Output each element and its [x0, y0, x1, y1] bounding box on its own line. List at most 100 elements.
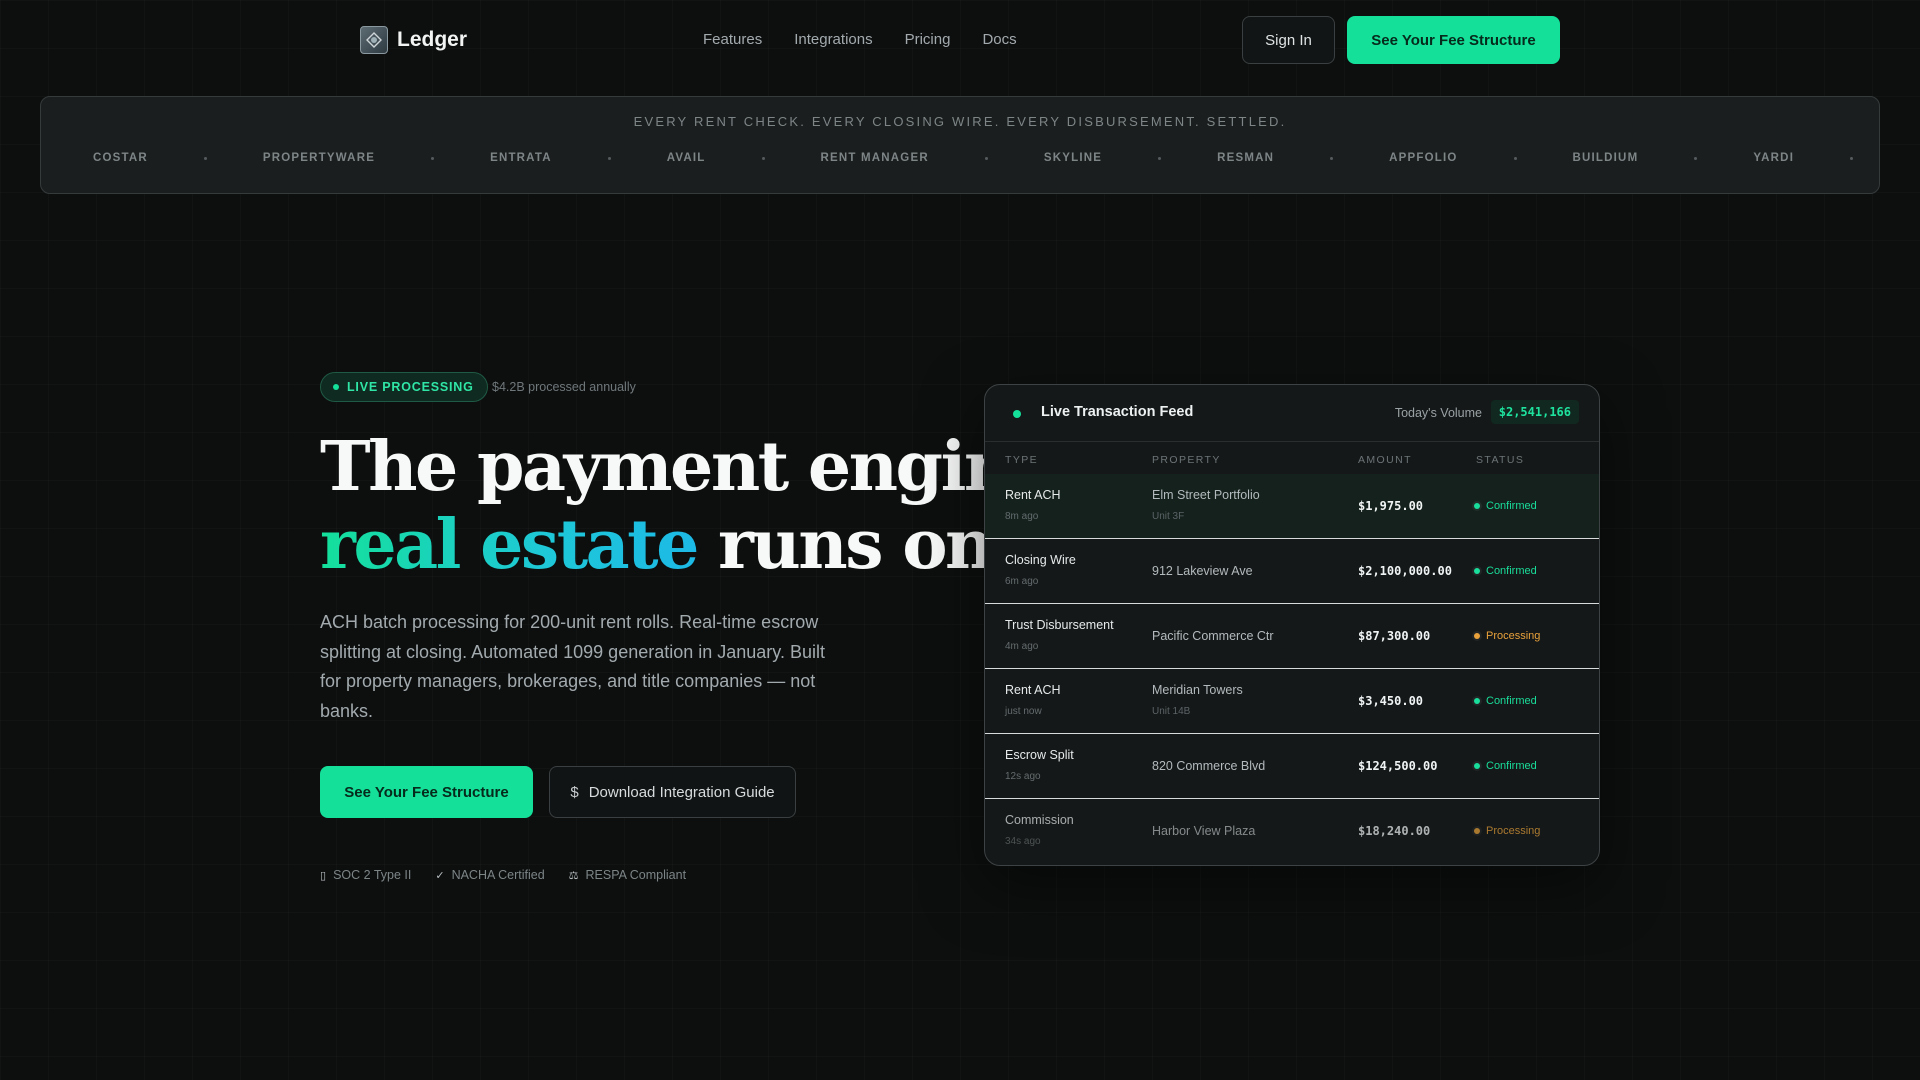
download-guide-button[interactable]: $ Download Integration Guide: [549, 766, 796, 818]
tx-time: just now: [1005, 706, 1042, 717]
top-nav: Ledger Features Integrations Pricing Doc…: [0, 0, 1920, 80]
ticker-separator: [1330, 156, 1334, 160]
shield-icon: ▯: [320, 869, 327, 882]
feed-table-header: TYPE PROPERTY AMOUNT STATUS: [985, 442, 1599, 474]
tx-type: Commission: [1005, 813, 1074, 827]
col-amount: AMOUNT: [1358, 454, 1412, 466]
ticker-item: AVAIL: [666, 152, 706, 164]
ticker-separator: [1513, 156, 1517, 160]
check-icon: ✓: [435, 869, 445, 882]
col-property: PROPERTY: [1152, 454, 1221, 466]
nav-links: Features Integrations Pricing Docs: [703, 31, 1017, 48]
tx-amount: $2,100,000.00: [1358, 564, 1452, 578]
nav-link-features[interactable]: Features: [703, 31, 762, 48]
download-guide-label: Download Integration Guide: [588, 783, 775, 801]
tx-property: Harbor View Plaza: [1152, 824, 1256, 838]
ticker-tagline: EVERY RENT CHECK. EVERY CLOSING WIRE. EV…: [633, 114, 1287, 129]
ledger-logo-icon: [360, 26, 388, 54]
ticker-item: RENT MANAGER: [820, 152, 929, 164]
cert-label: NACHA Certified: [451, 868, 545, 882]
ticker-item: PROPERTYWARE: [262, 152, 376, 164]
tx-time: 6m ago: [1005, 576, 1039, 587]
headline-line-1: The payment engine: [320, 427, 1054, 507]
scale-icon: ⚖: [568, 869, 579, 882]
transaction-feed-card: Live Transaction Feed Today's Volume $2,…: [984, 384, 1600, 866]
tx-type: Trust Disbursement: [1005, 618, 1114, 632]
col-type: TYPE: [1005, 454, 1039, 466]
tx-amount: $18,240.00: [1358, 824, 1431, 838]
tx-unit: Unit 14B: [1152, 706, 1191, 717]
badge-label: LIVE PROCESSING: [347, 380, 474, 394]
table-row[interactable]: Trust Disbursement 4m ago Pacific Commer…: [985, 604, 1599, 669]
status-badge: Confirmed: [1474, 695, 1537, 707]
ticker-separator: [984, 156, 988, 160]
tx-unit: Unit 3F: [1152, 511, 1185, 522]
ticker-row: COSTAR PROPERTYWARE ENTRATA AVAIL RENT M…: [93, 152, 1879, 164]
ticker-item: APPFOLIO: [1389, 152, 1458, 164]
ticker-separator: [203, 156, 207, 160]
tx-type: Escrow Split: [1005, 748, 1074, 762]
status-label: Confirmed: [1486, 500, 1537, 512]
status-label: Confirmed: [1486, 565, 1537, 577]
certifications: ▯ SOC 2 Type II ✓ NACHA Certified ⚖ RESP…: [320, 868, 686, 882]
table-row[interactable]: Commission 34s ago Harbor View Plaza $18…: [985, 799, 1599, 864]
volume-value: $2,541,166: [1490, 400, 1579, 424]
nav-link-integrations[interactable]: Integrations: [794, 31, 872, 48]
table-row[interactable]: Escrow Split 12s ago 820 Commerce Blvd $…: [985, 734, 1599, 799]
ticker-separator: [431, 156, 435, 160]
brand-logo[interactable]: Ledger: [360, 26, 467, 54]
table-row[interactable]: Rent ACH 8m ago Elm Street Portfolio Uni…: [985, 474, 1599, 539]
nav-link-pricing[interactable]: Pricing: [905, 31, 951, 48]
status-dot-icon: [1474, 698, 1480, 704]
ticker-separator: [1694, 156, 1698, 160]
ticker-separator: [761, 156, 765, 160]
tx-type: Rent ACH: [1005, 488, 1061, 502]
status-badge: Processing: [1474, 630, 1540, 642]
live-dot-icon: [333, 384, 339, 390]
sign-in-button[interactable]: Sign In: [1242, 16, 1335, 64]
cert-label: SOC 2 Type II: [333, 868, 412, 882]
headline-accent: real estate: [320, 505, 699, 585]
volume-label: Today's Volume: [1394, 406, 1482, 420]
tx-type: Rent ACH: [1005, 683, 1061, 697]
tx-property: Elm Street Portfolio: [1152, 488, 1260, 502]
tx-time: 4m ago: [1005, 641, 1039, 652]
tx-amount: $124,500.00: [1358, 759, 1438, 773]
tx-amount: $87,300.00: [1358, 629, 1431, 643]
status-dot-icon: [1474, 763, 1480, 769]
status-label: Processing: [1486, 825, 1541, 837]
tx-property: 820 Commerce Blvd: [1152, 759, 1266, 773]
feed-header: Live Transaction Feed Today's Volume $2,…: [985, 385, 1599, 442]
headline-rest: runs on.: [696, 505, 1016, 585]
tx-time: 12s ago: [1005, 771, 1041, 782]
live-dot-icon: [1013, 410, 1021, 418]
nav-link-docs[interactable]: Docs: [982, 31, 1016, 48]
live-processing-badge: LIVE PROCESSING: [320, 372, 488, 402]
tx-property: 912 Lakeview Ave: [1152, 564, 1253, 578]
ticker-item: RESMAN: [1217, 152, 1275, 164]
table-row[interactable]: Closing Wire 6m ago 912 Lakeview Ave $2,…: [985, 539, 1599, 604]
tx-property: Meridian Towers: [1152, 683, 1243, 697]
col-status: STATUS: [1476, 454, 1525, 466]
tx-type: Closing Wire: [1005, 553, 1076, 567]
status-badge: Confirmed: [1474, 760, 1537, 772]
feed-title: Live Transaction Feed: [1041, 404, 1194, 420]
brand-name: Ledger: [397, 28, 468, 51]
ticker-item: BUILDIUM: [1572, 152, 1639, 164]
cert-label: RESPA Compliant: [585, 868, 687, 882]
ticker-separator: [1850, 156, 1854, 160]
status-label: Confirmed: [1486, 695, 1537, 707]
status-dot-icon: [1474, 503, 1480, 509]
nav-fee-structure-button[interactable]: See Your Fee Structure: [1347, 16, 1560, 64]
status-dot-icon: [1474, 568, 1480, 574]
hero-description: ACH batch processing for 200-unit rent r…: [320, 612, 825, 721]
integrations-ticker: EVERY RENT CHECK. EVERY CLOSING WIRE. EV…: [40, 96, 1880, 194]
fee-structure-button[interactable]: See Your Fee Structure: [320, 766, 533, 818]
table-row[interactable]: Rent ACH just now Meridian Towers Unit 1…: [985, 669, 1599, 734]
status-dot-icon: [1474, 828, 1480, 834]
status-badge: Confirmed: [1474, 565, 1537, 577]
ticker-separator: [607, 156, 611, 160]
ticker-item: ENTRATA: [490, 152, 552, 164]
status-dot-icon: [1474, 633, 1480, 639]
status-label: Processing: [1486, 630, 1541, 642]
